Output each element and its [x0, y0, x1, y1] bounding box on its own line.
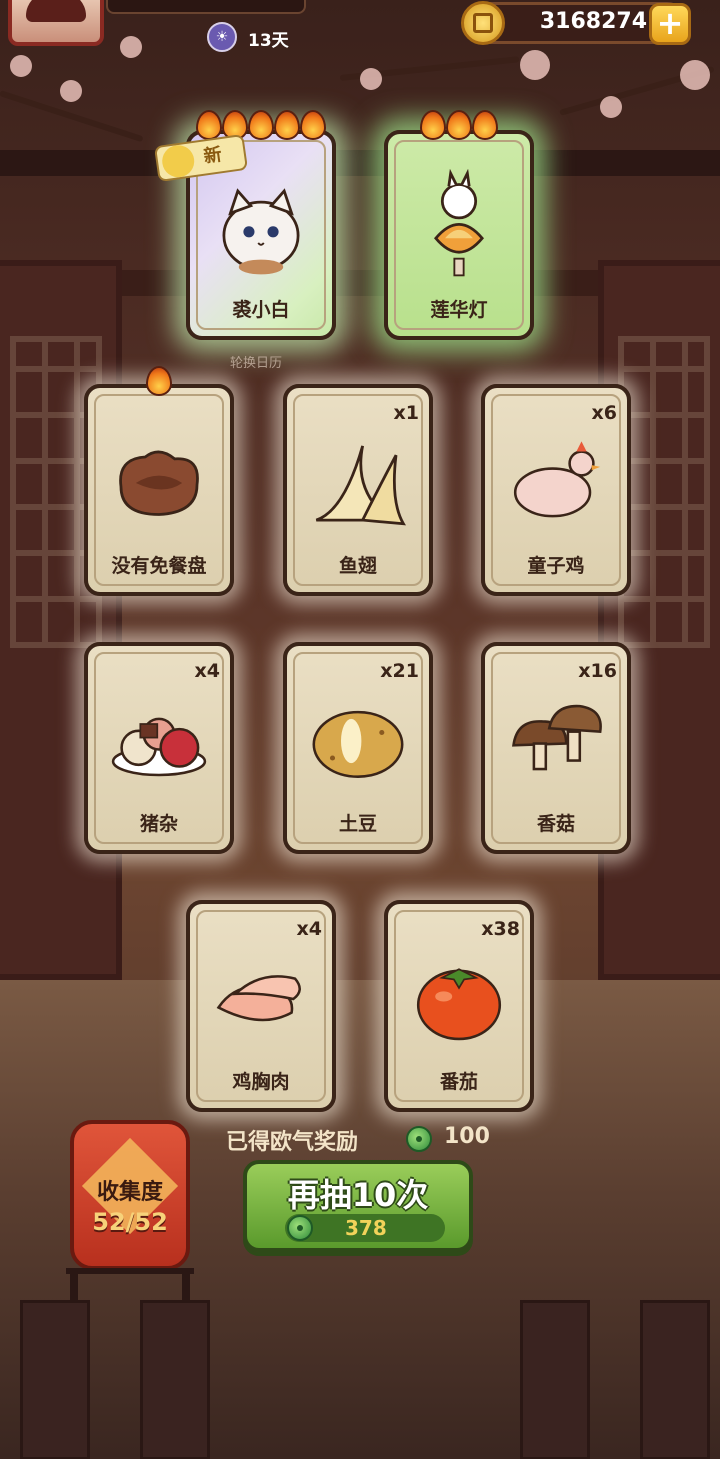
reward-label: 已得欧气奖励	[226, 1130, 359, 1155]
calendar-badge-icon: ☀	[207, 22, 237, 52]
card-label: 童子鸡	[527, 555, 585, 577]
flame-icon	[274, 110, 300, 140]
railing-post	[20, 1300, 90, 1459]
card-quantity: x4	[296, 918, 322, 940]
card-label: 土豆	[338, 813, 377, 835]
tomato-icon	[408, 944, 510, 1054]
lantern-stand	[66, 1268, 194, 1304]
bulb-icon	[160, 143, 197, 180]
reward-card[interactable]: x1 鱼翅	[283, 384, 433, 596]
reward-card[interactable]: x21 土豆	[283, 642, 433, 854]
shark-fin-icon	[307, 428, 409, 538]
reward-card[interactable]: 没有免餐盘	[84, 384, 234, 596]
lotus-lantern-icon	[408, 169, 510, 284]
pork-offal-icon	[108, 686, 210, 796]
card-label: 莲华灯	[430, 299, 488, 321]
flame-icon	[196, 110, 222, 140]
reward-card[interactable]: 莲华灯	[384, 130, 534, 340]
reward-card[interactable]: x16 香菇	[481, 642, 631, 854]
card-quantity: x16	[578, 660, 617, 682]
reward-card[interactable]: x4 猪杂	[84, 642, 234, 854]
card-quantity: x21	[380, 660, 419, 682]
railing-post	[640, 1300, 710, 1459]
reward-value: 100	[444, 1124, 490, 1149]
currency-value: 3168274	[539, 9, 647, 34]
card-label: 没有免餐盘	[111, 555, 207, 577]
potato-icon	[307, 686, 409, 796]
white-cat-icon	[210, 174, 312, 284]
right-door	[598, 260, 720, 980]
jade-coin-icon	[287, 1215, 313, 1241]
card-label: 鸡胸肉	[232, 1071, 290, 1093]
collection-progress: 52/52	[92, 1208, 168, 1236]
young-chicken-icon	[505, 428, 607, 538]
card-label: 猪杂	[139, 813, 178, 835]
card-quantity: x4	[194, 660, 220, 682]
blossom	[60, 80, 82, 102]
reward-card[interactable]: x6 童子鸡	[481, 384, 631, 596]
brown-plate-icon	[108, 428, 210, 538]
blossom	[600, 96, 622, 118]
blossom	[10, 55, 32, 77]
flame-icon	[300, 110, 326, 140]
days-counter: 13天	[248, 31, 289, 51]
coin-icon	[461, 1, 505, 45]
currency-display: 3168274 +	[461, 1, 691, 45]
flame-icon	[248, 110, 274, 140]
draw-again-button[interactable]: 再抽10次 378	[243, 1160, 473, 1252]
flame-icon	[446, 110, 472, 140]
reward-card[interactable]: x4 鸡胸肉	[186, 900, 336, 1112]
flame-icon	[420, 110, 446, 140]
card-quantity: x6	[591, 402, 617, 424]
left-door	[0, 260, 122, 980]
rotation-calendar-caption: 轮换日历	[230, 356, 283, 371]
flame-icon	[146, 366, 172, 396]
rarity-flames	[420, 110, 498, 140]
add-currency-button[interactable]: +	[649, 3, 691, 45]
collection-lantern[interactable]: 收集度 52/52	[70, 1120, 190, 1270]
player-avatar[interactable]	[8, 0, 104, 46]
blossom	[680, 60, 710, 90]
wood-beam	[0, 150, 720, 176]
card-quantity: x1	[393, 402, 419, 424]
reward-card[interactable]: x38 番茄	[384, 900, 534, 1112]
name-bar	[106, 0, 306, 14]
flame-icon	[472, 110, 498, 140]
railing-post	[520, 1300, 590, 1459]
rarity-flames	[196, 110, 326, 140]
jade-coin-icon	[406, 1126, 432, 1152]
shiitake-mushroom-icon	[505, 686, 607, 796]
chicken-breast-icon	[210, 944, 312, 1054]
collection-label: 收集度	[96, 1180, 163, 1205]
blossom	[520, 50, 550, 80]
card-quantity: x38	[481, 918, 520, 940]
draw-again-label: 再抽10次	[287, 1176, 429, 1214]
draw-cost: 378	[285, 1214, 445, 1242]
railing-post	[140, 1300, 210, 1459]
card-label: 裘小白	[232, 299, 290, 321]
blossom	[120, 36, 142, 58]
card-label: 香菇	[536, 813, 575, 835]
rarity-flames	[146, 366, 172, 396]
blossom	[360, 68, 382, 90]
card-label: 鱼翅	[338, 555, 377, 577]
draw-cost-value: 378	[345, 1216, 387, 1240]
card-label: 番茄	[439, 1071, 478, 1093]
